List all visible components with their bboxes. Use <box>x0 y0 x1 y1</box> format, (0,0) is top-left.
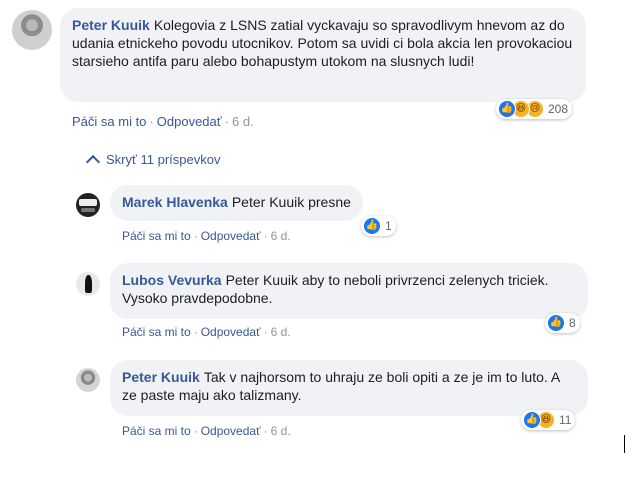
avatar[interactable] <box>76 193 100 217</box>
reply-actions: Páči sa mi to · Odpovedať · 6 d. <box>122 424 291 438</box>
reply-button[interactable]: Odpovedať <box>201 229 261 243</box>
reply-text: Peter Kuuik presne <box>231 194 351 210</box>
comment-bubble: Peter Kuuik Kolegovia z LSNS zatial vycka… <box>60 8 586 102</box>
reactions-summary[interactable]: 👍 😆 😢 208 <box>496 99 573 119</box>
reply-bubble: Peter Kuuik Tak v najhorsom to uhraju ze … <box>110 360 588 416</box>
reaction-count: 11 <box>559 413 572 427</box>
like-icon: 👍 <box>523 411 541 429</box>
reply-author[interactable]: Peter Kuuik <box>122 369 200 385</box>
like-button[interactable]: Páči sa mi to <box>72 114 146 129</box>
reply-bubble: Lubos Vevurka Peter Kuuik aby to neboli p… <box>110 263 588 319</box>
timestamp[interactable]: 6 d. <box>232 114 254 129</box>
reactions-summary[interactable]: 👍 1 <box>361 216 396 236</box>
hide-replies-label: Skryť 11 príspevkov <box>106 152 221 167</box>
like-icon: 👍 <box>363 217 381 235</box>
chevron-up-icon <box>85 154 101 169</box>
like-button[interactable]: Páči sa mi to <box>122 325 191 339</box>
timestamp[interactable]: 6 d. <box>271 229 291 243</box>
timestamp[interactable]: 6 d. <box>271 424 291 438</box>
reactions-summary[interactable]: 👍 😆 11 <box>521 410 576 430</box>
like-icon: 👍 <box>498 100 516 118</box>
hide-replies-toggle[interactable]: Skryť 11 príspevkov <box>85 152 221 169</box>
like-button[interactable]: Páči sa mi to <box>122 424 191 438</box>
like-button[interactable]: Páči sa mi to <box>122 229 191 243</box>
timestamp[interactable]: 6 d. <box>271 325 291 339</box>
comment-author[interactable]: Peter Kuuik <box>72 17 150 33</box>
reply-button[interactable]: Odpovedať <box>201 325 261 339</box>
reaction-count: 8 <box>569 316 576 330</box>
reply-actions: Páči sa mi to · Odpovedať · 6 d. <box>122 325 291 339</box>
avatar[interactable] <box>76 272 100 296</box>
reactions-summary[interactable]: 👍 8 <box>545 313 580 333</box>
reply-author[interactable]: Lubos Vevurka <box>122 272 222 288</box>
reply-author[interactable]: Marek Hlavenka <box>122 194 228 210</box>
reaction-count: 1 <box>385 219 392 233</box>
reply-button[interactable]: Odpovedať <box>201 424 261 438</box>
text-cursor <box>624 435 625 453</box>
like-icon: 👍 <box>547 314 565 332</box>
reply-button[interactable]: Odpovedať <box>157 114 222 129</box>
reply-bubble: Marek Hlavenka Peter Kuuik presne <box>110 185 363 221</box>
avatar[interactable] <box>12 10 52 50</box>
reaction-count: 208 <box>548 102 569 116</box>
avatar[interactable] <box>76 368 100 392</box>
reply-actions: Páči sa mi to · Odpovedať · 6 d. <box>122 229 291 243</box>
comment-actions: Páči sa mi to · Odpovedať · 6 d. <box>72 114 254 129</box>
